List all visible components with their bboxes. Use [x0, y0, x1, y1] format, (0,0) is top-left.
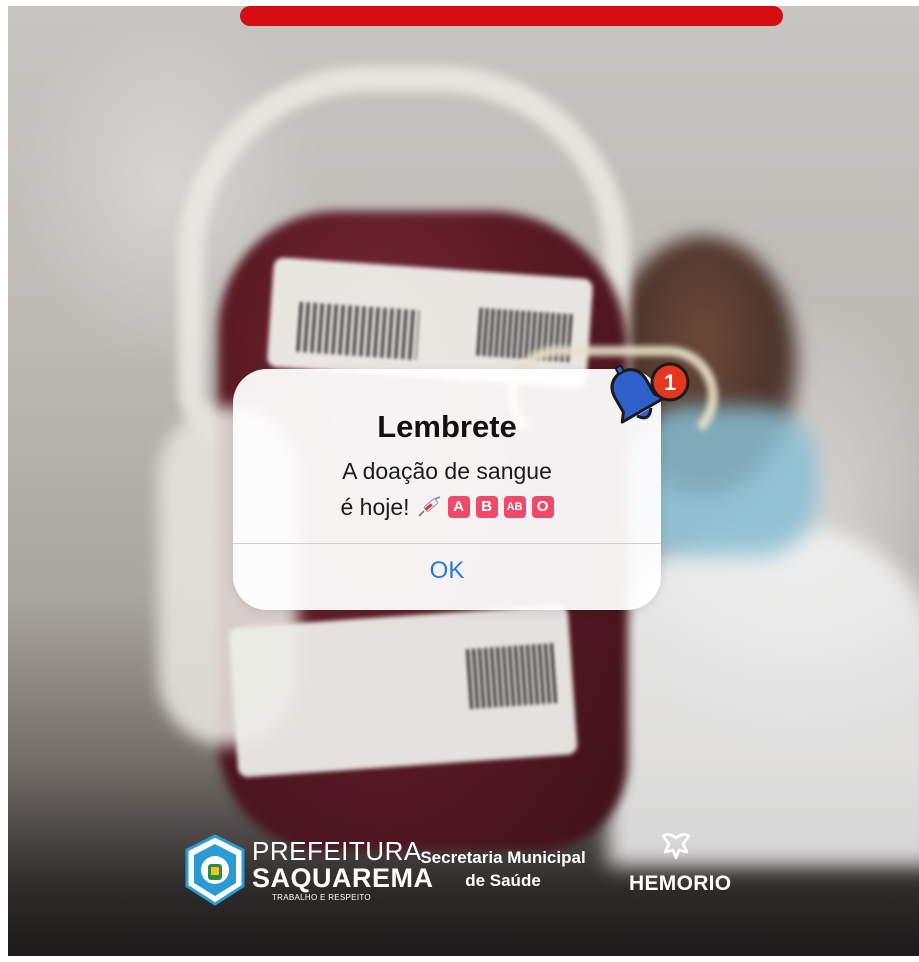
notification-count: 1 — [664, 370, 676, 395]
reminder-alert-dialog: Lembrete A doação de sangue é hoje! A B … — [233, 369, 661, 610]
syringe-icon — [417, 496, 440, 517]
bell-icon: 1 — [610, 362, 690, 424]
background-photo-barcode — [466, 642, 560, 710]
alert-message-line1: A doação de sangue — [342, 458, 552, 484]
footer-logos: PREFEITURA SAQUAREMA TRABALHO E RESPEITO… — [0, 830, 919, 920]
alert-message: A doação de sangue é hoje! A B AB O — [233, 453, 661, 525]
hemorio-logo-text: HEMORIO — [629, 872, 732, 895]
blood-type-badge: A — [447, 496, 470, 518]
alert-message-line2: é hoje! — [340, 494, 410, 520]
secretaria-line2: de Saúde — [465, 871, 541, 890]
secretaria-line1: Secretaria Municipal — [420, 848, 586, 867]
crest-icon — [185, 834, 245, 906]
background-photo-barcode — [296, 301, 420, 361]
prefeitura-logo-tagline: TRABALHO E RESPEITO — [272, 893, 371, 902]
top-red-bar — [240, 6, 783, 26]
alert-message-line2-row: é hoje! A B AB O — [340, 489, 554, 525]
blood-type-badge: B — [475, 496, 498, 518]
alert-title: Lembrete — [377, 409, 517, 444]
secretaria-logo: Secretaria Municipal de Saúde — [398, 846, 608, 892]
ok-button[interactable]: OK — [233, 544, 661, 610]
blood-type-badge: O — [531, 496, 554, 518]
prefeitura-logo-line1: PREFEITURA — [252, 836, 422, 866]
hemorio-icon — [661, 833, 691, 860]
blood-type-badge: AB — [503, 496, 526, 518]
